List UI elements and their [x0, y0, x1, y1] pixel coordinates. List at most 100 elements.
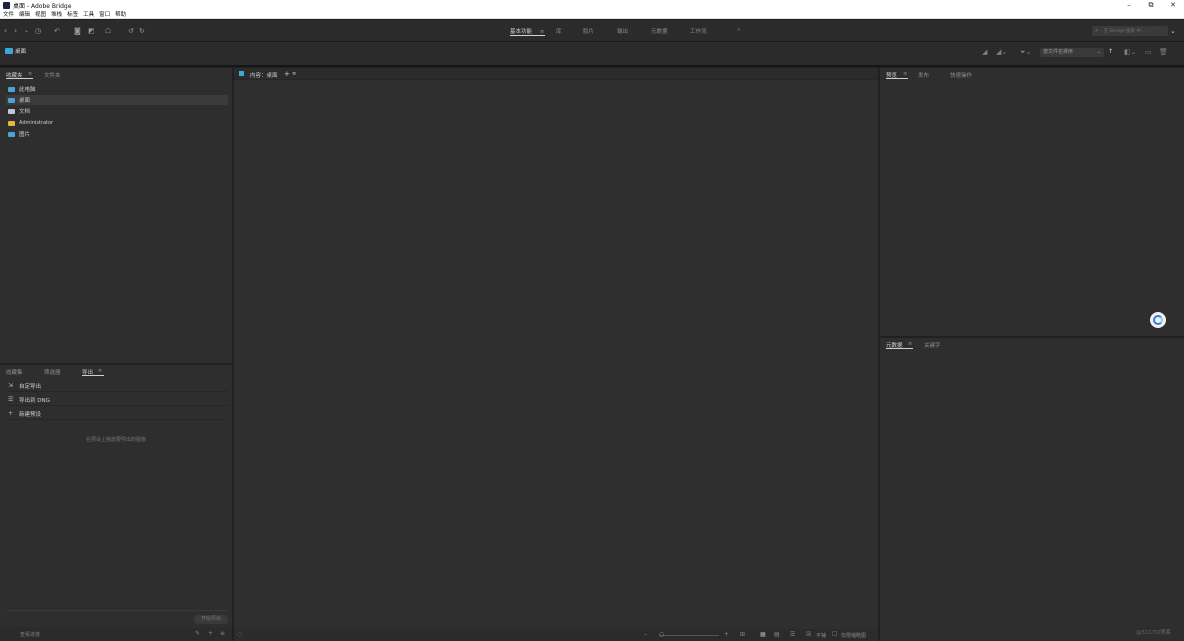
sidebar-item-documents[interactable]: 文档 [6, 106, 228, 116]
panel-menu-icon[interactable]: ≡ [908, 341, 912, 347]
rotate-left-icon[interactable]: ↺ [128, 26, 134, 36]
search-input[interactable] [1092, 26, 1168, 36]
chevron-down-icon: ⌄ [1096, 49, 1101, 55]
panel-menu-icon[interactable]: ≡ [903, 71, 907, 77]
sort-dropdown[interactable]: 按文件名排序 ⌄ [1040, 48, 1104, 57]
loading-icon [1153, 315, 1163, 325]
panel-menu-icon[interactable]: ≡ [292, 71, 296, 77]
workspace-output[interactable]: 输出 [617, 27, 628, 35]
tab-collections[interactable]: 收藏集 [6, 368, 23, 376]
tab-underline [886, 348, 913, 349]
restore-button[interactable]: ⧉ [1140, 0, 1162, 10]
tab-filter[interactable]: 筛选器 [44, 368, 61, 376]
thumbnail-only-checkbox[interactable]: ☐ [832, 631, 837, 638]
sidebar-item-label: Administrator [19, 120, 54, 126]
tab-keywords[interactable]: 关键字 [924, 341, 941, 349]
content-tabbar: 内容：桌面 + ≡ [234, 68, 878, 80]
workspace-essentials[interactable]: 基本功能 [510, 27, 532, 35]
tab-publish[interactable]: 发布 [918, 71, 929, 79]
tab-folders[interactable]: 文件夹 [44, 71, 61, 79]
sidebar-item-this-pc[interactable]: 此电脑 [6, 84, 228, 94]
add-icon[interactable]: + [208, 630, 213, 637]
workspace-libraries[interactable]: 库 [556, 27, 562, 35]
edit-icon[interactable]: ✎ [195, 630, 200, 637]
new-preset-button[interactable]: + 新建预设 [6, 408, 228, 420]
export-preset-custom[interactable]: ⇲ 自定导出 [6, 380, 228, 392]
open-in-camera-raw-icon[interactable]: ☖ [105, 26, 111, 36]
menu-window[interactable]: 窗口 [99, 10, 110, 18]
forward-icon[interactable]: › [14, 26, 17, 36]
desktop-icon [8, 97, 15, 103]
minimize-button[interactable]: – [1118, 0, 1140, 10]
computer-icon [8, 86, 15, 92]
workspace-menu-icon[interactable]: ≡ [540, 27, 544, 37]
thumbnail-only-label: 仅限缩略图 [841, 633, 867, 639]
menu-help[interactable]: 帮助 [115, 10, 126, 18]
workspace-workflow[interactable]: 工作流 [690, 27, 707, 35]
search-dropdown-icon[interactable]: ⌄ [1170, 26, 1176, 36]
breadcrumb[interactable]: 桌面 [15, 47, 26, 55]
panel-tabs: 元数据 ≡ 关键字 [880, 338, 1184, 350]
back-icon[interactable]: ‹ [4, 26, 7, 36]
sidebar-item-desktop[interactable]: 桌面 [6, 95, 228, 105]
folder-icon[interactable]: ▭ [1145, 47, 1152, 57]
sidebar-item-label: 图片 [19, 132, 31, 138]
recent-files-icon[interactable]: ◷ [35, 26, 41, 36]
list-view-icon[interactable]: ☰ [790, 631, 795, 638]
view-progress-link[interactable]: 查看进度 [20, 631, 40, 638]
export-preset-dng[interactable]: ☰ 导出到 DNG [6, 394, 228, 406]
sidebar-item-label: 此电脑 [19, 87, 36, 93]
menu-file[interactable]: 文件 [3, 10, 14, 18]
tab-underline [886, 78, 908, 79]
menu-view[interactable]: 视图 [35, 10, 46, 18]
filter-icon[interactable]: ⏷⌄ [1020, 47, 1031, 57]
user-folder-icon [8, 120, 15, 126]
workspace-metadata[interactable]: 元数据 [651, 27, 668, 35]
menu-stacks[interactable]: 堆栈 [51, 10, 62, 18]
close-button[interactable]: ✕ [1162, 0, 1184, 10]
chevron-down-icon[interactable]: ⌄ [24, 26, 29, 36]
sidebar-item-pictures[interactable]: 图片 [6, 129, 228, 139]
quality-icon[interactable]: ◢ [982, 47, 987, 57]
panel-menu-icon[interactable]: ≡ [28, 71, 32, 77]
plus-icon: + [8, 410, 14, 417]
thumbnails-view-icon[interactable]: ▦ [760, 631, 766, 638]
grid-lock-icon[interactable]: ⊞ [740, 631, 745, 638]
export-preset-label: 自定导出 [19, 383, 42, 390]
new-folder-icon[interactable]: ◧⌄ [1124, 47, 1136, 57]
sort-direction-icon[interactable]: ↑ [1108, 47, 1113, 57]
zoom-out-icon[interactable]: – [644, 631, 647, 638]
panel-menu-icon[interactable]: ≡ [98, 368, 102, 374]
sidebar-item-label: 桌面 [19, 98, 31, 104]
panel-tabs: 预览 ≡ 发布 快速操作 [880, 68, 1184, 80]
menu-icon[interactable]: ≡ [220, 630, 225, 637]
workspace-filmstrip[interactable]: 胶片 [583, 27, 594, 35]
path-bar: 桌面 ◢ ◢⌄ ⏷⌄ 按文件名排序 ⌄ ↑ ◧⌄ ▭ 🗑 [0, 42, 1184, 67]
add-tab-icon[interactable]: + [284, 70, 290, 78]
assistant-button[interactable] [1150, 312, 1166, 328]
camera-import-icon[interactable]: ◙ [74, 26, 81, 36]
rating-filter-icon[interactable]: ◢⌄ [996, 47, 1007, 57]
sidebar-item-administrator[interactable]: Administrator [6, 118, 228, 128]
bridge-app-icon [3, 1, 10, 9]
refine-icon[interactable]: ◩ [88, 26, 95, 36]
start-export-button[interactable]: 开始导出 [194, 615, 228, 624]
zoom-in-icon[interactable]: + [724, 631, 729, 638]
menu-tools[interactable]: 工具 [83, 10, 94, 18]
menu-edit[interactable]: 编辑 [19, 10, 30, 18]
sidebar-item-label: 文档 [19, 109, 31, 115]
panel-tabs: 收藏夹 ≡ 文件夹 [0, 68, 232, 80]
content-tab-label[interactable]: 内容：桌面 [250, 71, 278, 79]
return-icon[interactable]: ↶ [54, 26, 60, 36]
lock-checkbox[interactable]: ☒ [806, 631, 811, 638]
rotate-right-icon[interactable]: ↻ [139, 26, 145, 36]
menu-label[interactable]: 标签 [67, 10, 78, 18]
trash-icon[interactable]: 🗑 [1159, 47, 1168, 57]
details-view-icon[interactable]: ▤ [774, 631, 780, 638]
slider-handle[interactable]: ○ [659, 631, 664, 638]
workspace-more[interactable]: » [737, 27, 740, 33]
tab-quick-actions[interactable]: 快速操作 [950, 71, 972, 79]
content-footer: ○ – ○ + ⊞ ▦ ▤ ☰ ☒ 平铺 ☐ 仅限缩略图 [234, 629, 878, 641]
title-bar: 桌面 - Adobe Bridge – ⧉ ✕ [0, 0, 1184, 10]
thumbnail-size-slider[interactable] [659, 635, 719, 636]
